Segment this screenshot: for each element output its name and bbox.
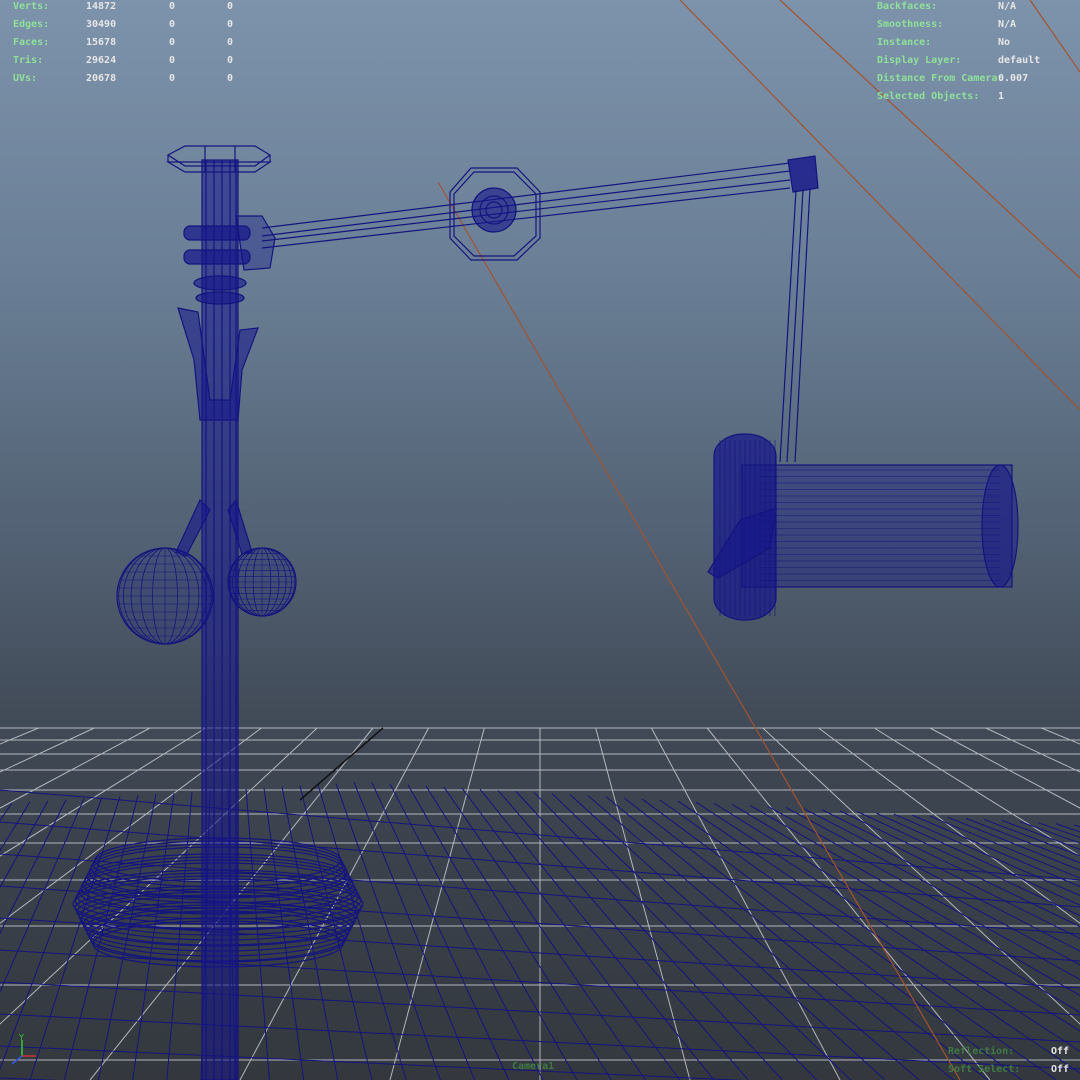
- stat-uv-value: 0: [227, 37, 234, 48]
- scene-canvas[interactable]: [0, 0, 1080, 1080]
- info-label: Smoothness:: [877, 19, 944, 30]
- axis-gizmo: Y: [11, 1034, 36, 1065]
- setting-value: Off: [1051, 1064, 1070, 1075]
- stat-value: 14872: [86, 1, 117, 12]
- stat-row: Verts: 14872 0 0: [13, 0, 253, 16]
- info-row: Backfaces: N/A: [877, 0, 1077, 16]
- arm-end-block[interactable]: [787, 155, 819, 193]
- stat-selected-value: 0: [169, 73, 176, 84]
- info-label: Distance From Camera:: [877, 73, 1004, 84]
- stat-value: 20678: [86, 73, 117, 84]
- stat-uv-value: 0: [227, 73, 234, 84]
- setting-row: Soft Select: Off: [948, 1061, 1078, 1079]
- stat-label: Verts:: [13, 1, 50, 12]
- counterweight-left[interactable]: [116, 547, 214, 645]
- info-row: Distance From Camera: 0.007: [877, 70, 1077, 88]
- info-value: No: [998, 37, 1011, 48]
- axis-y-label: Y: [18, 1034, 24, 1042]
- stat-selected-value: 0: [169, 19, 176, 30]
- viewport-settings-hud: Reflection: Off Soft Select: Off: [948, 1043, 1078, 1079]
- stat-row: Edges: 30490 0 0: [13, 16, 253, 34]
- setting-row: Reflection: Off: [948, 1043, 1078, 1061]
- info-row: Display Layer: default: [877, 52, 1077, 70]
- stat-row: UVs: 20678 0 0: [13, 70, 253, 88]
- object-info-hud: Backfaces: N/A Smoothness: N/A Instance: No Di…: [877, 0, 1077, 106]
- info-row: Instance: No: [877, 34, 1077, 52]
- stat-row: Tris: 29624 0 0: [13, 52, 253, 70]
- info-row: Selected Objects: 1: [877, 88, 1077, 106]
- stat-selected-value: 0: [169, 55, 176, 66]
- stat-value: 15678: [86, 37, 117, 48]
- info-label: Display Layer:: [877, 55, 962, 66]
- world-axis-line: [299, 727, 384, 801]
- stat-label: Faces:: [13, 37, 50, 48]
- info-label: Instance:: [877, 37, 932, 48]
- info-value: N/A: [998, 19, 1017, 30]
- info-label: Backfaces:: [877, 1, 938, 12]
- stat-uv-value: 0: [227, 19, 234, 30]
- stat-row: Faces: 15678 0 0: [13, 34, 253, 52]
- lamp-arm[interactable]: [261, 162, 791, 249]
- info-label: Selected Objects:: [877, 91, 980, 102]
- info-value: default: [998, 55, 1041, 66]
- stat-selected-value: 0: [169, 1, 176, 12]
- counterweight-right[interactable]: [227, 547, 297, 617]
- info-value: 1: [998, 91, 1005, 102]
- stat-uv-value: 0: [227, 1, 234, 12]
- setting-label: Reflection:: [948, 1046, 1015, 1057]
- arm-joint[interactable]: [449, 167, 541, 261]
- info-row: Smoothness: N/A: [877, 16, 1077, 34]
- info-value: N/A: [998, 1, 1017, 12]
- lamp-model[interactable]: [72, 145, 1019, 1080]
- stat-uv-value: 0: [227, 55, 234, 66]
- stat-label: Tris:: [13, 55, 44, 66]
- stat-label: Edges:: [13, 19, 50, 30]
- setting-label: Soft Select:: [948, 1064, 1021, 1075]
- poly-count-hud: Verts: 14872 0 0 Edges: 30490 0 0 Faces: 15678 0 0 T…: [13, 0, 253, 88]
- stat-label: UVs:: [13, 73, 38, 84]
- stat-value: 29624: [86, 55, 117, 66]
- stat-value: 30490: [86, 19, 117, 30]
- setting-value: Off: [1051, 1046, 1070, 1057]
- hanging-rods[interactable]: [779, 187, 811, 463]
- viewport[interactable]: Verts: 14872 0 0 Edges: 30490 0 0 Faces: 15678 0 0 T…: [0, 0, 1080, 1080]
- stat-selected-value: 0: [169, 37, 176, 48]
- camera-name-label: Camera1: [512, 1061, 555, 1072]
- info-value: 0.007: [998, 73, 1029, 84]
- spotlight-head[interactable]: [707, 433, 1019, 621]
